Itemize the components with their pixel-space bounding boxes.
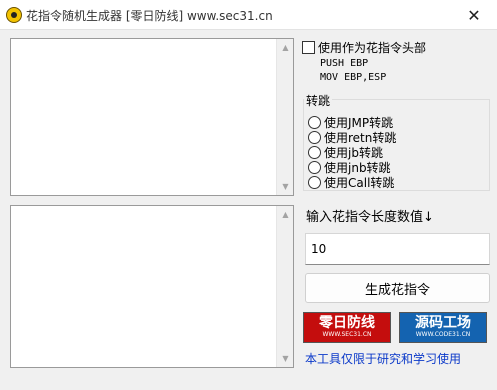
- code31-banner-title: 源码工场: [415, 315, 471, 331]
- top-textarea-scrollbar[interactable]: ▲ ▼: [276, 39, 293, 195]
- scroll-down-arrow-icon[interactable]: ▼: [277, 178, 294, 195]
- app-icon: [6, 7, 22, 23]
- header-code-line-1: PUSH EBP: [320, 58, 369, 69]
- generate-button[interactable]: 生成花指令: [305, 273, 490, 303]
- top-output-textarea[interactable]: ▲ ▼: [10, 38, 294, 196]
- bottom-textarea-scrollbar[interactable]: ▲ ▼: [276, 206, 293, 367]
- radio-circle-icon[interactable]: [308, 176, 321, 189]
- header-code-line-2: MOV EBP,ESP: [320, 72, 387, 83]
- length-input[interactable]: [305, 233, 490, 265]
- sec31-banner-url: WWW.SEC31.CN: [322, 331, 372, 338]
- disclaimer-text: 本工具仅限于研究和学习使用: [305, 352, 462, 366]
- radio-label: 使用Call转跳: [324, 176, 395, 190]
- code31-banner-link[interactable]: 源码工场 WWW.CODE31.CN: [399, 312, 487, 343]
- radio-circle-icon[interactable]: [308, 146, 321, 159]
- header-option-checkbox[interactable]: [302, 41, 315, 54]
- header-option-label: 使用作为花指令头部: [318, 41, 427, 55]
- title-bar: 花指令随机生成器 [零日防线] www.sec31.cn ✕: [0, 0, 497, 30]
- radio-circle-icon[interactable]: [308, 116, 321, 129]
- code31-banner-url: WWW.CODE31.CN: [415, 331, 471, 338]
- length-label: 输入花指令长度数值↓: [306, 210, 434, 225]
- header-option-checkbox-row[interactable]: 使用作为花指令头部: [302, 39, 426, 56]
- jump-group-title: 转跳: [304, 92, 333, 109]
- sec31-banner-title: 零日防线: [319, 315, 375, 331]
- bottom-output-textarea[interactable]: ▲ ▼: [10, 205, 294, 368]
- scroll-up-arrow-icon[interactable]: ▲: [277, 39, 294, 56]
- radio-circle-icon[interactable]: [308, 161, 321, 174]
- window-title: 花指令随机生成器 [零日防线] www.sec31.cn: [26, 9, 273, 23]
- radio-call[interactable]: 使用Call转跳: [308, 174, 394, 191]
- radio-circle-icon[interactable]: [308, 131, 321, 144]
- scroll-up-arrow-icon[interactable]: ▲: [277, 206, 294, 223]
- scroll-down-arrow-icon[interactable]: ▼: [277, 350, 294, 367]
- close-button[interactable]: ✕: [451, 0, 497, 30]
- sec31-banner-link[interactable]: 零日防线 WWW.SEC31.CN: [303, 312, 391, 343]
